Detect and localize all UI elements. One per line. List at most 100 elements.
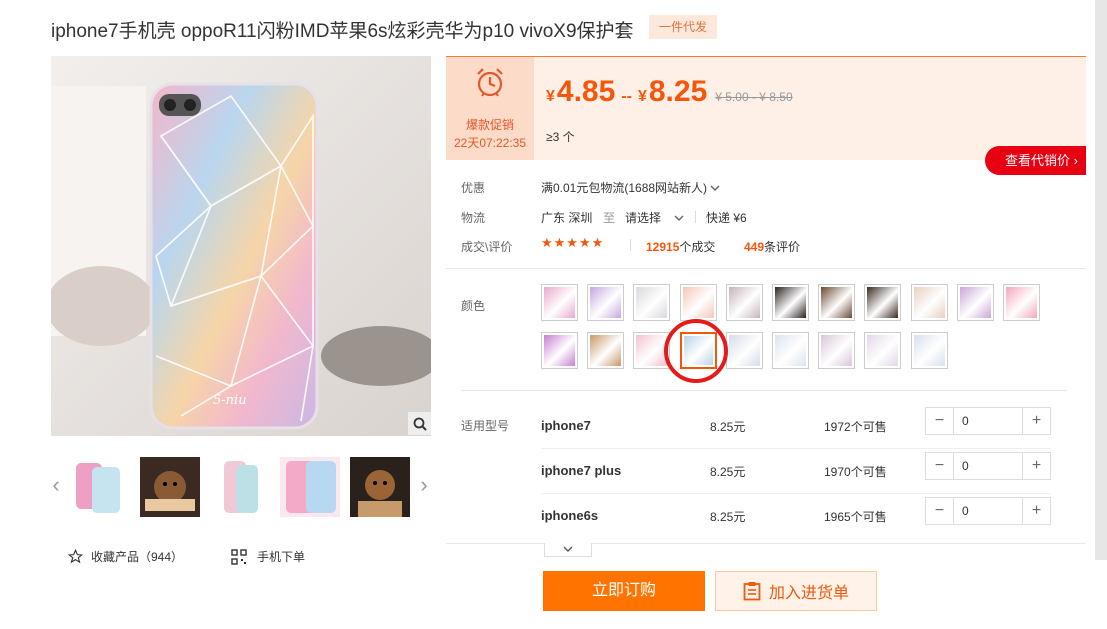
origin-location: 广东 深圳 [541, 211, 593, 225]
color-swatch[interactable] [541, 284, 578, 321]
swatch-image [636, 335, 668, 366]
currency-symbol: ¥ [637, 88, 647, 105]
divider [446, 268, 1086, 269]
swatch-image [959, 287, 991, 318]
thumb-prev-arrow[interactable]: ‹ [50, 473, 62, 497]
swatch-image [728, 335, 760, 366]
main-product-image[interactable]: 5-niu [51, 56, 431, 436]
plus-button[interactable]: + [1023, 498, 1050, 524]
swatch-image [544, 287, 575, 318]
product-title: iphone7手机壳 oppoR11闪粉IMD苹果6s炫彩壳华为p10 vivo… [51, 21, 634, 42]
currency-symbol: ¥ [546, 88, 555, 105]
swatch-image [590, 335, 622, 366]
discount-value[interactable]: 满0.01元包物流(1688网站新人) [541, 179, 720, 196]
model-stock: 1972个可售 [824, 420, 887, 434]
buy-now-button[interactable]: 立即订购 [543, 571, 705, 611]
watermark-text: 5-niu [213, 393, 247, 408]
chevron-down-icon [674, 215, 684, 221]
plus-button[interactable]: + [1023, 453, 1050, 479]
swatch-image [821, 287, 853, 318]
thumb-next-arrow[interactable]: › [418, 473, 430, 497]
color-swatch[interactable] [541, 332, 578, 369]
logistics-label: 物流 [461, 211, 486, 225]
plus-button[interactable]: + [1023, 408, 1050, 434]
add-to-purchase-list-button[interactable]: 加入进货单 [715, 571, 877, 611]
swatch-image [590, 287, 622, 318]
deals-count[interactable]: 12915个成交 [646, 238, 715, 255]
promo-countdown: 22天07:22:35 [453, 136, 527, 150]
zoom-button[interactable] [408, 412, 431, 435]
favorite-link[interactable]: 收藏产品（944） [68, 548, 183, 565]
swatch-image [913, 335, 945, 366]
color-swatch[interactable] [864, 332, 902, 369]
color-swatch[interactable] [679, 284, 717, 321]
color-swatch[interactable] [725, 284, 763, 321]
color-label: 颜色 [461, 299, 486, 313]
page-edge-scrollbar[interactable] [1095, 0, 1107, 560]
swatch-image [821, 335, 853, 366]
mobile-order-link[interactable]: 手机下单 [231, 548, 305, 565]
minus-button[interactable]: − [926, 408, 953, 434]
swatch-image [682, 287, 714, 318]
alarm-clock-icon [477, 68, 503, 97]
reviews-suffix: 条评价 [764, 240, 801, 254]
chevron-down-icon [563, 546, 573, 552]
swatch-image [867, 287, 899, 318]
destination-select[interactable]: 请选择 [625, 209, 684, 226]
color-swatch[interactable] [818, 332, 856, 369]
price-panel: 爆款促销 22天07:22:35 ¥ 4.85 -- ¥ 8.25 ¥ 5.00… [446, 56, 1086, 160]
color-swatch[interactable] [587, 284, 625, 321]
color-swatch[interactable] [818, 284, 856, 321]
color-swatch[interactable] [910, 332, 948, 369]
color-swatch[interactable] [956, 284, 994, 321]
discount-label: 优惠 [461, 181, 486, 195]
promo-label: 爆款促销 [465, 118, 514, 132]
price-range: ¥ 4.85 -- ¥ 8.25 ¥ 5.00 - ¥ 8.50 [546, 75, 793, 109]
quantity-input[interactable]: 0 [953, 498, 1023, 524]
color-swatch[interactable] [633, 284, 671, 321]
discount-text: 满0.01元包物流(1688网站新人) [541, 181, 708, 195]
quantity-stepper: − 0 + [925, 452, 1051, 480]
color-swatch[interactable] [864, 284, 902, 321]
model-label: 适用型号 [461, 419, 510, 433]
price-high: 8.25 [648, 75, 708, 108]
mobile-order-label: 手机下单 [257, 550, 306, 564]
thumbnail-1[interactable] [70, 457, 130, 517]
deals-number: 12915 [646, 240, 680, 254]
color-swatch[interactable] [772, 332, 809, 369]
swatch-image [1006, 287, 1037, 318]
thumbnail-5[interactable] [350, 457, 410, 517]
quantity-input[interactable]: 0 [953, 408, 1023, 434]
model-price: 8.25元 [710, 420, 746, 434]
chevron-down-icon [710, 185, 720, 191]
minus-button[interactable]: − [926, 453, 953, 479]
view-agent-price-button[interactable]: 查看代销价 › [985, 146, 1086, 175]
color-swatch[interactable] [587, 332, 625, 369]
quantity-stepper: − 0 + [925, 497, 1051, 525]
promo-cell: 爆款促销 22天07:22:35 [446, 57, 534, 160]
model-name: iphone7 [541, 418, 591, 433]
minus-button[interactable]: − [926, 498, 953, 524]
price-low: 4.85 [556, 75, 616, 108]
expand-models-button[interactable] [544, 543, 592, 557]
color-swatch[interactable] [772, 284, 809, 321]
thumbnail-3[interactable] [210, 457, 270, 517]
color-swatch[interactable] [1003, 284, 1040, 321]
deals-suffix: 个成交 [679, 240, 716, 254]
add-to-purchase-list-label: 加入进货单 [768, 585, 849, 602]
color-swatch[interactable] [910, 284, 948, 321]
shipping-fee: 快递 ¥6 [706, 211, 747, 225]
thumbnail-2[interactable] [140, 457, 200, 517]
color-swatch[interactable] [725, 332, 763, 369]
dropship-badge: 一件代发 [649, 15, 717, 39]
swatch-image [728, 287, 760, 318]
thumbnail-4[interactable] [280, 457, 340, 517]
min-quantity: ≥3 个 [546, 130, 575, 144]
quantity-input[interactable]: 0 [953, 453, 1023, 479]
divider [446, 543, 1086, 544]
divider [461, 390, 1067, 391]
qr-code-icon [231, 548, 247, 565]
reviews-count[interactable]: 449条评价 [744, 238, 800, 255]
clipboard-icon [743, 582, 761, 601]
magnifier-icon [413, 417, 427, 431]
